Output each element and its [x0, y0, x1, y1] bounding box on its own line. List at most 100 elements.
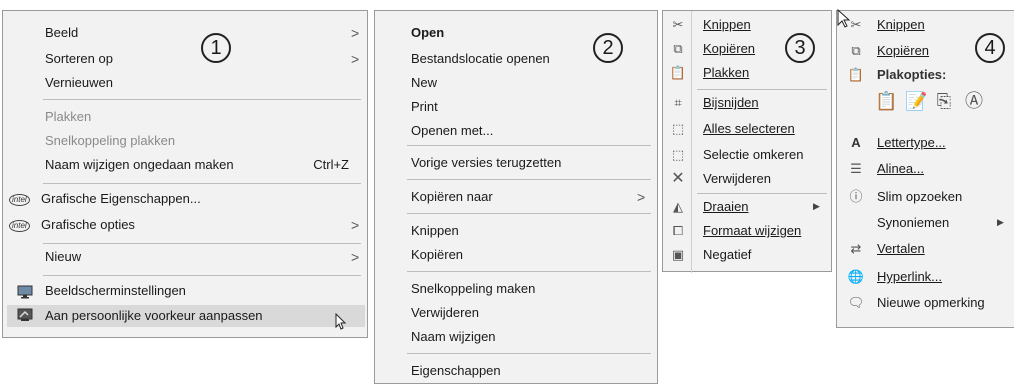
- menu-item-lettertype[interactable]: Lettertype...: [877, 135, 946, 151]
- image-editor-context-menu: 3 ✂ Knippen ⧉ Kopiëren 📋 Plakken ⌗ Bijsn…: [662, 10, 832, 273]
- menu-item-grafische-eigenschappen[interactable]: intel Grafische Eigenschappen...: [7, 191, 365, 211]
- menu-item-kopieren[interactable]: Kopiëren: [877, 43, 929, 59]
- font-icon: A: [851, 135, 861, 150]
- menu-item-naam-wijzigen-ongedaan[interactable]: Naam wijzigen ongedaan maken Ctrl+Z: [7, 157, 365, 177]
- intel-icon: intel: [9, 220, 30, 232]
- menu-item-alles-selecteren[interactable]: Alles selecteren: [703, 121, 795, 137]
- menu-item-sorteren-op[interactable]: Sorteren op >: [7, 51, 365, 71]
- menu-item-slim-opzoeken[interactable]: Slim opzoeken: [877, 189, 962, 205]
- menu-item-knippen[interactable]: Knippen: [703, 17, 751, 33]
- separator: [43, 183, 361, 184]
- paste-options-label: Plakopties:: [877, 67, 947, 82]
- menu-item-bijsnijden[interactable]: Bijsnijden: [703, 95, 759, 111]
- chevron-right-icon: >: [637, 189, 646, 205]
- menu-item-verwijderen[interactable]: Verwijderen: [703, 171, 771, 187]
- menu-item-synoniemen[interactable]: Synoniemen: [877, 215, 949, 231]
- paragraph-icon: ☰: [850, 161, 862, 176]
- copy-icon: ⧉: [673, 41, 683, 56]
- paste-options-row: 📋 📝 ⎘ Ⓐ: [875, 91, 1005, 115]
- separator: [407, 353, 651, 354]
- paste-merge-formatting-icon[interactable]: 📝: [905, 92, 927, 110]
- separator: [407, 213, 651, 214]
- menu-item-knippen[interactable]: Knippen: [411, 223, 459, 239]
- chevron-right-icon: >: [351, 249, 360, 265]
- menu-item-naam-wijzigen[interactable]: Naam wijzigen: [411, 329, 496, 345]
- menu-item-eigenschappen[interactable]: Eigenschappen: [411, 363, 501, 379]
- smart-lookup-icon: ⓘ: [849, 189, 863, 204]
- separator: [407, 271, 651, 272]
- callout-badge-4: 4: [975, 33, 1005, 63]
- word-context-menu: 4 ✂ Knippen ⧉ Kopiëren 📋 Plakopties: 📋 📝…: [836, 9, 1014, 328]
- menu-item-nieuwe-opmerking[interactable]: Nieuwe opmerking: [877, 295, 985, 311]
- separator: [43, 275, 361, 276]
- menu-item-kopieren-naar[interactable]: Kopiëren naar: [411, 189, 493, 205]
- menu-item-nieuw[interactable]: Nieuw >: [7, 249, 365, 269]
- paste-keep-formatting-icon[interactable]: 📋: [875, 92, 897, 110]
- menu-item-alinea[interactable]: Alinea...: [877, 161, 924, 177]
- separator: [43, 99, 361, 100]
- intel-icon: intel: [9, 194, 30, 206]
- callout-badge-2: 2: [593, 33, 623, 63]
- menu-item-bestandslocatie-openen[interactable]: Bestandslocatie openen: [411, 51, 550, 67]
- mouse-cursor-icon: [335, 313, 347, 330]
- copy-icon: ⧉: [851, 43, 861, 58]
- submenu-arrow-icon: ▶: [997, 217, 1004, 227]
- menu-item-hyperlink[interactable]: Hyperlink...: [877, 269, 942, 285]
- menu-item-persoonlijke-voorkeur[interactable]: Aan persoonlijke voorkeur aanpassen: [7, 305, 365, 330]
- delete-icon: ✕: [671, 170, 685, 187]
- crop-icon: ⌗: [674, 95, 682, 110]
- menu-item-grafische-opties[interactable]: intel Grafische opties >: [7, 217, 365, 237]
- desktop-context-menu: 1 Beeld > Sorteren op > Vernieuwen Plakk…: [2, 10, 368, 338]
- clipboard-icon: 📋: [669, 65, 687, 80]
- menu-item-snelkoppeling-maken[interactable]: Snelkoppeling maken: [411, 281, 535, 297]
- personalize-icon: [17, 308, 33, 321]
- negative-icon: ▣: [671, 247, 685, 262]
- menu-item-vertalen[interactable]: Vertalen: [877, 241, 925, 257]
- menu-item-beeldscherminstellingen[interactable]: Beeldscherminstellingen: [7, 283, 365, 303]
- hyperlink-icon: 🌐: [847, 269, 865, 284]
- new-comment-icon: 🗨: [847, 295, 865, 310]
- menu-item-knippen[interactable]: Knippen: [877, 17, 925, 33]
- scissors-icon: ✂: [672, 17, 684, 32]
- rotate-icon: ◭: [673, 199, 683, 214]
- scissors-icon: ✂: [850, 17, 862, 32]
- menu-item-openen-met[interactable]: Openen met...: [411, 123, 493, 139]
- menu-item-new[interactable]: New: [411, 75, 437, 91]
- separator: [43, 243, 361, 244]
- invert-selection-icon: ⬚: [671, 147, 685, 162]
- menu-item-vorige-versies[interactable]: Vorige versies terugzetten: [411, 155, 561, 171]
- chevron-right-icon: >: [351, 25, 360, 41]
- menu-item-beeld[interactable]: Beeld >: [7, 25, 365, 45]
- menu-item-draaien[interactable]: Draaien: [703, 199, 749, 215]
- menu-item-negatief[interactable]: Negatief: [703, 247, 751, 263]
- select-all-icon: ⬚: [671, 121, 685, 136]
- menu-item-plakken[interactable]: Plakken: [7, 109, 365, 129]
- paste-text-only-icon[interactable]: Ⓐ: [965, 92, 983, 110]
- menu-item-vernieuwen[interactable]: Vernieuwen: [7, 75, 365, 95]
- chevron-right-icon: >: [351, 217, 360, 233]
- callout-badge-3: 3: [785, 33, 815, 63]
- menu-item-selectie-omkeren[interactable]: Selectie omkeren: [703, 147, 803, 163]
- menu-item-verwijderen[interactable]: Verwijderen: [411, 305, 479, 321]
- translate-icon: ⇄: [850, 241, 862, 256]
- separator: [407, 179, 651, 180]
- file-context-menu: 2 Open Bestandslocatie openen New Print …: [374, 10, 658, 384]
- menu-item-print[interactable]: Print: [411, 99, 438, 115]
- menu-item-formaat-wijzigen[interactable]: Formaat wijzigen: [703, 223, 801, 239]
- menu-item-kopieren[interactable]: Kopiëren: [703, 41, 755, 57]
- shortcut-label: Ctrl+Z: [313, 157, 349, 172]
- menu-item-snelkoppeling-plakken[interactable]: Snelkoppeling plakken: [7, 133, 365, 153]
- icon-column-divider: [691, 11, 692, 273]
- resize-icon: ⧠: [672, 223, 684, 238]
- menu-item-open[interactable]: Open: [411, 25, 444, 41]
- submenu-arrow-icon: ▶: [813, 201, 820, 211]
- paste-picture-icon[interactable]: ⎘: [935, 92, 953, 110]
- separator: [407, 145, 651, 146]
- menu-item-plakken[interactable]: Plakken: [703, 65, 749, 81]
- chevron-right-icon: >: [351, 51, 360, 67]
- paste-icon: 📋: [847, 67, 865, 82]
- display-icon: [17, 285, 33, 299]
- separator: [697, 193, 827, 194]
- separator: [697, 89, 827, 90]
- menu-item-kopieren[interactable]: Kopiëren: [411, 247, 463, 263]
